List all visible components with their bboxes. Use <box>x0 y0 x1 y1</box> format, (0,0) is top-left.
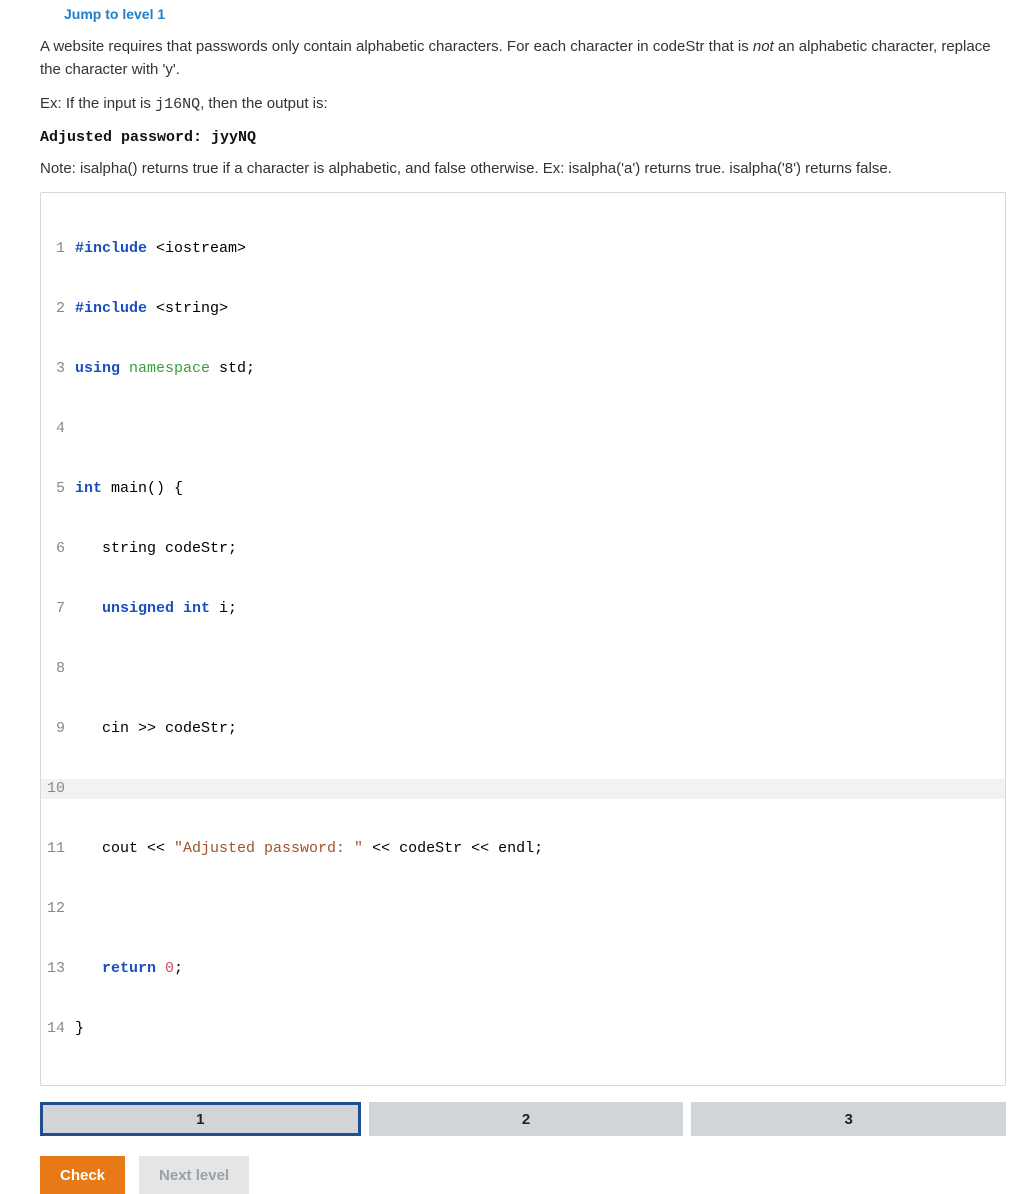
check-button[interactable]: Check <box>40 1156 125 1194</box>
line-number: 14 <box>41 1019 75 1039</box>
tab-3[interactable]: 3 <box>691 1102 1006 1136</box>
line-number: 2 <box>41 299 75 319</box>
example-output: Adjusted password: jyyNQ <box>40 129 1006 146</box>
line-number: 13 <box>41 959 75 979</box>
line-number: 11 <box>41 839 75 859</box>
tab-2[interactable]: 2 <box>369 1102 684 1136</box>
line-number: 8 <box>41 659 75 679</box>
line-number: 1 <box>41 239 75 259</box>
prompt-ex-label: Ex: If the input is <box>40 95 155 112</box>
line-number: 10 <box>41 779 75 799</box>
level-tabs: 1 2 3 <box>40 1102 1006 1136</box>
prompt-paragraph-1a: A website requires that passwords only c… <box>40 38 753 55</box>
prompt-em-not: not <box>753 38 774 55</box>
cursor-line[interactable]: 10 <box>41 779 1005 799</box>
action-buttons: Check Next level <box>40 1156 1006 1194</box>
prompt-text: A website requires that passwords only c… <box>40 36 1006 180</box>
code-editor-content[interactable]: 1#include <iostream> 2#include <string> … <box>41 193 1005 1085</box>
line-number: 9 <box>41 719 75 739</box>
prompt-ex-tail: , then the output is: <box>200 95 328 112</box>
code-editor[interactable]: 1#include <iostream> 2#include <string> … <box>40 192 1006 1086</box>
line-number: 3 <box>41 359 75 379</box>
line-number: 4 <box>41 419 75 439</box>
line-number: 5 <box>41 479 75 499</box>
line-number: 6 <box>41 539 75 559</box>
page: Jump to level 1 A website requires that … <box>0 0 1024 686</box>
prompt-ex-code: j16NQ <box>155 96 200 113</box>
line-number: 7 <box>41 599 75 619</box>
tab-1[interactable]: 1 <box>40 1102 361 1136</box>
line-number: 12 <box>41 899 75 919</box>
next-level-button[interactable]: Next level <box>139 1156 249 1194</box>
prompt-note: Note: isalpha() returns true if a charac… <box>40 158 1006 181</box>
jump-to-level-link[interactable]: Jump to level 1 <box>40 0 1006 36</box>
